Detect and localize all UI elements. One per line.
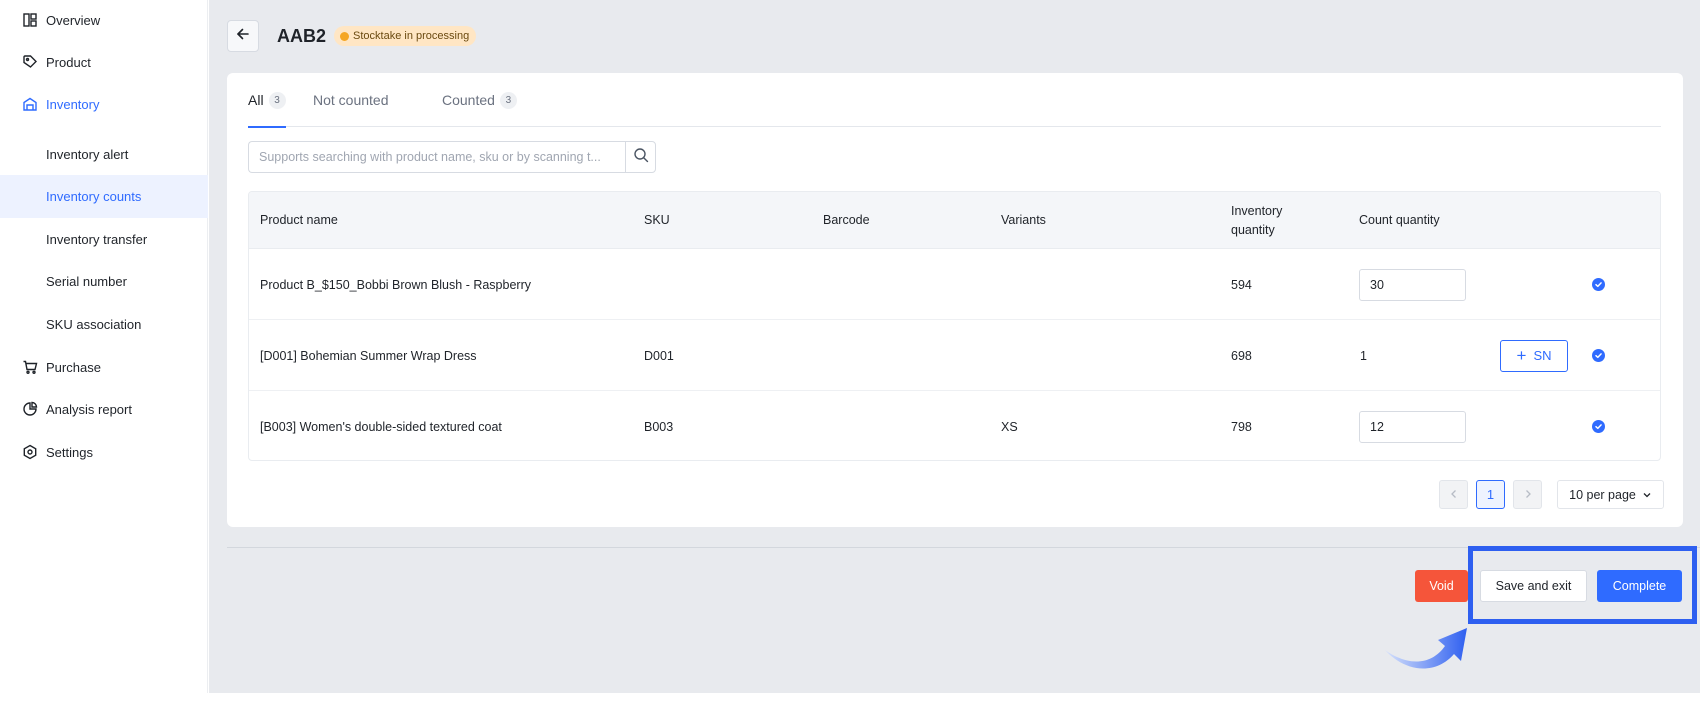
sidebar-item-analysis-report[interactable]: Analysis report <box>0 389 208 429</box>
sidebar-item-label: Inventory alert <box>46 146 129 162</box>
sidebar-item-label: Analysis report <box>46 401 132 417</box>
sidebar-item-inventory[interactable]: Inventory <box>0 84 208 124</box>
sidebar-item-product[interactable]: Product <box>0 42 208 82</box>
cart-icon <box>22 359 38 375</box>
page-header: AAB2 Stocktake in processing <box>227 20 477 52</box>
chevron-right-icon <box>1523 487 1533 502</box>
arrow-left-icon <box>235 26 251 47</box>
table-header: Product name SKU Barcode Variants Invent… <box>249 192 1660 249</box>
back-button[interactable] <box>227 20 259 52</box>
column-header-product-name: Product name <box>260 213 338 227</box>
sidebar: Overview Product Inventory Inventory ale… <box>0 0 208 702</box>
per-page-label: 10 per page <box>1569 487 1636 502</box>
inventory-quantity-cell: 798 <box>1231 419 1252 434</box>
count-quantity-value: 1 <box>1360 348 1367 363</box>
warehouse-icon <box>22 96 38 112</box>
product-name-cell: [B003] Women's double-sided textured coa… <box>260 419 502 434</box>
page-number-button[interactable]: 1 <box>1476 480 1505 509</box>
sidebar-item-inventory-counts[interactable]: Inventory counts <box>0 175 208 218</box>
sidebar-item-label: Settings <box>46 444 93 460</box>
inventory-quantity-cell: 698 <box>1231 348 1252 363</box>
sidebar-item-label: SKU association <box>46 316 142 332</box>
sidebar-item-label: Inventory <box>46 96 100 112</box>
sku-cell: B003 <box>644 419 674 434</box>
column-header-line: Inventory <box>1231 203 1283 218</box>
sidebar-item-purchase[interactable]: Purchase <box>0 347 208 387</box>
product-name-cell: Product B_$150_Bobbi Brown Blush - Raspb… <box>260 277 531 292</box>
sidebar-item-label: Inventory transfer <box>46 231 148 247</box>
sidebar-item-label: Product <box>46 54 91 70</box>
column-header-inventory-quantity: Inventory quantity <box>1231 192 1282 249</box>
sidebar-item-label: Serial number <box>46 273 127 289</box>
sn-button-label: SN <box>1533 348 1552 363</box>
check-circle-icon <box>1592 349 1605 362</box>
void-button[interactable]: Void <box>1415 570 1468 602</box>
search-input[interactable] <box>248 141 625 173</box>
product-name-cell: [D001] Bohemian Summer Wrap Dress <box>260 348 477 363</box>
status-badge-label: Stocktake in processing <box>353 30 470 42</box>
status-dot-icon <box>340 31 350 41</box>
search-button[interactable] <box>625 141 656 173</box>
table-row: [B003] Women's double-sided textured coa… <box>249 391 1660 460</box>
tab-count-badge: 3 <box>268 91 286 109</box>
pie-chart-icon <box>22 401 38 417</box>
pagination: 1 10 per page <box>1439 480 1664 509</box>
tab-counted[interactable]: Counted 3 <box>442 73 517 127</box>
search-icon <box>633 147 649 168</box>
next-page-button[interactable] <box>1513 480 1542 509</box>
stocktake-card: All 3 Not counted Counted 3 Product name… <box>227 73 1683 527</box>
chevron-left-icon <box>1449 487 1459 502</box>
tabs: All 3 Not counted Counted 3 <box>248 73 1661 128</box>
plus-icon: + <box>1516 346 1527 365</box>
highlight-box <box>1468 546 1697 624</box>
inventory-table: Product name SKU Barcode Variants Invent… <box>248 191 1661 461</box>
per-page-select[interactable]: 10 per page <box>1557 480 1664 509</box>
sidebar-item-overview[interactable]: Overview <box>0 0 208 40</box>
tab-label: Not counted <box>313 92 389 108</box>
table-row: Product B_$150_Bobbi Brown Blush - Raspb… <box>249 249 1660 320</box>
check-circle-icon <box>1592 278 1605 291</box>
settings-hex-icon <box>22 444 38 460</box>
sidebar-item-serial-number[interactable]: Serial number <box>0 261 208 301</box>
variants-cell: XS <box>1001 419 1018 434</box>
sku-cell: D001 <box>644 348 674 363</box>
tag-icon <box>22 54 38 70</box>
table-row: [D001] Bohemian Summer Wrap Dress D001 6… <box>249 320 1660 391</box>
status-badge: Stocktake in processing <box>334 26 477 46</box>
add-serial-number-button[interactable]: + SN <box>1500 339 1568 372</box>
column-header-sku: SKU <box>644 213 670 227</box>
column-header-count-quantity: Count quantity <box>1359 213 1440 227</box>
column-header-line: quantity <box>1231 222 1275 237</box>
sidebar-item-inventory-alert[interactable]: Inventory alert <box>0 134 208 174</box>
sidebar-item-settings[interactable]: Settings <box>0 432 208 472</box>
sidebar-item-sku-association[interactable]: SKU association <box>0 304 208 344</box>
layout-grid-icon <box>22 12 38 28</box>
search-bar <box>248 141 656 173</box>
count-quantity-input[interactable] <box>1359 410 1466 443</box>
column-header-variants: Variants <box>1001 213 1046 227</box>
chevron-down-icon <box>1642 490 1652 500</box>
count-quantity-input[interactable] <box>1359 268 1466 301</box>
tab-count-badge: 3 <box>499 91 517 109</box>
tab-all[interactable]: All 3 <box>248 73 286 128</box>
sidebar-item-inventory-transfer[interactable]: Inventory transfer <box>0 219 208 259</box>
sidebar-item-label: Purchase <box>46 359 101 375</box>
active-tab-indicator <box>248 126 286 128</box>
prev-page-button[interactable] <box>1439 480 1468 509</box>
bottom-strip <box>0 693 1700 702</box>
tab-label: Counted <box>442 92 495 108</box>
curved-arrow-icon <box>1385 628 1470 678</box>
sidebar-item-label: Inventory counts <box>46 189 142 204</box>
column-header-barcode: Barcode <box>823 213 870 227</box>
tab-label: All <box>248 92 264 108</box>
sidebar-item-label: Overview <box>46 12 101 28</box>
check-circle-icon <box>1592 420 1605 433</box>
inventory-quantity-cell: 594 <box>1231 277 1252 292</box>
tab-not-counted[interactable]: Not counted <box>313 73 389 127</box>
page-title: AAB2 <box>277 25 327 46</box>
